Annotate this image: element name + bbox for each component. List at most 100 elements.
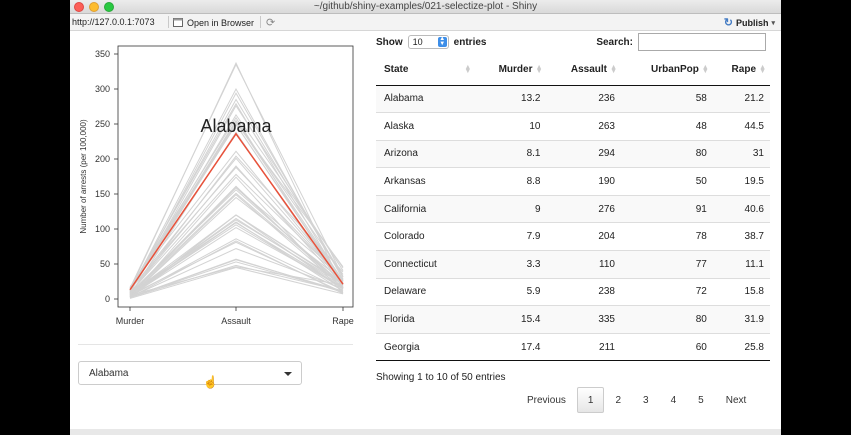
column-header-murder[interactable]: Murder ▲ ▼ (475, 55, 547, 86)
table-cell-urbanpop: 80 (621, 305, 713, 334)
sort-icon[interactable]: ▲ ▼ (464, 64, 471, 75)
y-tick-label: 0 (105, 294, 110, 304)
table-cell-murder: 15.4 (475, 305, 547, 334)
stepper-icon[interactable]: ▲ ▼ (437, 36, 447, 47)
column-header-assault[interactable]: Assault ▲ ▼ (546, 55, 621, 86)
publish-button[interactable]: ↻ Publish ▾ (724, 16, 775, 29)
table-cell-urbanpop: 91 (621, 194, 713, 223)
table-body: Alabama 13.2 236 58 21.2 Alaska 10 263 48 44.5 Ari… (376, 85, 770, 362)
y-tick-label: 300 (95, 84, 110, 94)
app-window: ~/github/shiny-examples/021-selectize-pl… (70, 0, 781, 435)
page-button-4[interactable]: 4 (660, 387, 688, 413)
page-button-1[interactable]: 1 (576, 387, 605, 413)
table-cell-urbanpop: 48 (621, 112, 713, 141)
table-cell-rape: 11.1 (712, 250, 770, 279)
sort-icon[interactable]: ▲ ▼ (702, 64, 709, 75)
toolbar-divider (260, 16, 261, 28)
x-tick-label: Rape (332, 316, 354, 326)
y-tick-label: 350 (95, 49, 110, 59)
divider (78, 344, 353, 345)
table-cell-assault: 238 (546, 277, 621, 306)
table-cell-urbanpop: 58 (621, 85, 713, 113)
y-tick-label: 150 (95, 189, 110, 199)
column-header-label: Assault (570, 64, 607, 76)
entries-length-select[interactable]: 10 ▲ ▼ (407, 35, 449, 49)
table-cell-rape: 19.5 (712, 167, 770, 196)
table-cell-murder: 8.1 (475, 139, 547, 168)
state-selector[interactable]: Alabama (78, 361, 302, 385)
table-cell-murder: 9 (475, 194, 547, 223)
show-label: Show (376, 36, 403, 48)
table-cell-state: Arizona (376, 139, 476, 168)
table-row[interactable]: Colorado 7.9 204 78 38.7 (376, 222, 770, 251)
window-title: ~/github/shiny-examples/021-selectize-pl… (313, 1, 538, 12)
refresh-icon[interactable]: ⟳ (266, 16, 275, 29)
length-value: 10 (412, 37, 423, 47)
table-row[interactable]: Florida 15.4 335 80 31.9 (376, 305, 770, 334)
table-cell-assault: 190 (546, 167, 621, 196)
chevron-down-icon[interactable] (284, 372, 292, 376)
table-row[interactable]: Delaware 5.9 238 72 15.8 (376, 277, 770, 306)
column-header-label: Rape (731, 64, 756, 76)
table-cell-state: Colorado (376, 222, 476, 251)
search-label: Search: (596, 36, 633, 48)
table-cell-murder: 13.2 (475, 85, 547, 113)
table-cell-state: California (376, 194, 476, 223)
table-row[interactable]: Connecticut 3.3 110 77 11.1 (376, 250, 770, 279)
previous-page-button[interactable]: Previous (516, 387, 577, 413)
length-control: Show 10 ▲ ▼ entries (376, 35, 486, 49)
table-row[interactable]: Arkansas 8.8 190 50 19.5 (376, 167, 770, 196)
column-header-state[interactable]: State ▲ ▼ (376, 55, 476, 86)
next-page-button[interactable]: Next (715, 387, 758, 413)
column-header-urbanpop[interactable]: UrbanPop ▲ ▼ (621, 55, 713, 86)
open-in-browser-button[interactable]: Open in Browser (173, 16, 254, 29)
x-tick-label: Assault (221, 316, 251, 326)
table-cell-murder: 7.9 (475, 222, 547, 251)
chevron-down-icon[interactable]: ▾ (771, 19, 775, 27)
publish-label: Publish (735, 17, 769, 28)
sort-icon[interactable]: ▲ ▼ (759, 64, 766, 75)
table-cell-rape: 15.8 (712, 277, 770, 306)
x-tick-label: Murder (116, 316, 145, 326)
search-input[interactable] (638, 33, 766, 51)
table-cell-assault: 276 (546, 194, 621, 223)
column-header-label: State (384, 64, 409, 76)
publish-icon: ↻ (723, 17, 733, 29)
column-header-label: Murder (498, 64, 533, 76)
table-row[interactable]: Georgia 17.4 211 60 25.8 (376, 332, 770, 362)
sort-icon[interactable]: ▲ ▼ (536, 64, 543, 75)
page-button-2[interactable]: 2 (604, 387, 632, 413)
page-button-5[interactable]: 5 (687, 387, 715, 413)
data-table-panel: Show 10 ▲ ▼ entries Search: State ▲ ▼ Murder… (376, 31, 776, 429)
table-row[interactable]: Alabama 13.2 236 58 21.2 (376, 85, 770, 113)
table-cell-murder: 3.3 (475, 250, 547, 279)
table-row[interactable]: California 9 276 91 40.6 (376, 194, 770, 223)
table-cell-assault: 110 (546, 250, 621, 279)
table-cell-assault: 294 (546, 139, 621, 168)
y-axis-label: Number of arrests (per 100,000) (79, 119, 88, 234)
table-cell-urbanpop: 50 (621, 167, 713, 196)
column-header-rape[interactable]: Rape ▲ ▼ (712, 55, 770, 86)
table-cell-rape: 25.8 (712, 332, 770, 362)
y-tick-label: 200 (95, 154, 110, 164)
y-tick-label: 250 (95, 119, 110, 129)
page-button-3[interactable]: 3 (632, 387, 660, 413)
url-label: http://127.0.0.1:7073 (72, 17, 155, 27)
table-cell-assault: 236 (546, 85, 621, 113)
table-cell-assault: 211 (546, 332, 621, 362)
arrests-table: State ▲ ▼ Murder ▲ ▼ Assault ▲ ▼ UrbanPop ▲ ▼ Rape ▲ ▼… (376, 55, 770, 362)
table-cell-rape: 31.9 (712, 305, 770, 334)
table-cell-rape: 31 (712, 139, 770, 168)
entries-label: entries (453, 36, 487, 48)
search-control: Search: (596, 33, 766, 51)
table-cell-urbanpop: 72 (621, 277, 713, 306)
table-cell-rape: 38.7 (712, 222, 770, 251)
table-cell-state: Alaska (376, 112, 476, 141)
viewer-toolbar: http://127.0.0.1:7073 Open in Browser ⟳ … (70, 14, 781, 31)
table-cell-state: Florida (376, 305, 476, 334)
table-cell-assault: 204 (546, 222, 621, 251)
table-row[interactable]: Arizona 8.1 294 80 31 (376, 139, 770, 168)
table-row[interactable]: Alaska 10 263 48 44.5 (376, 112, 770, 141)
sort-icon[interactable]: ▲ ▼ (610, 64, 617, 75)
table-cell-rape: 40.6 (712, 194, 770, 223)
